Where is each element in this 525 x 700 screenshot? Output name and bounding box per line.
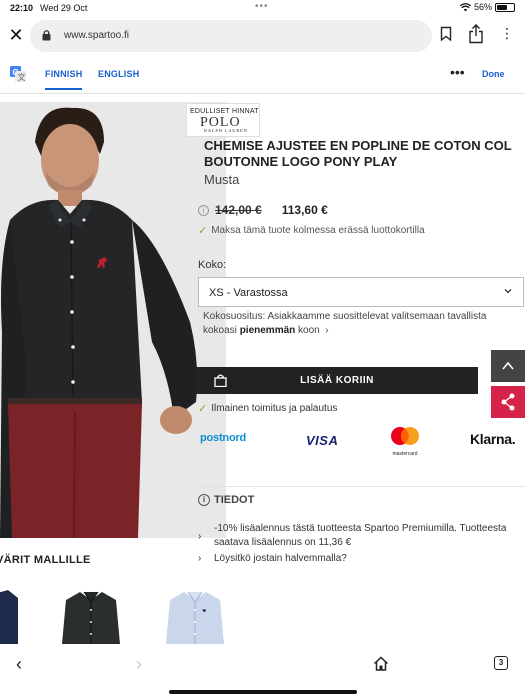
status-time: 22:10 <box>10 3 34 13</box>
address-bar[interactable]: www.spartoo.fi <box>30 20 432 52</box>
detail-cheaper-elsewhere[interactable]: › Löysitkö jostain halvemmalla? <box>198 552 518 566</box>
battery-fill <box>497 4 507 10</box>
chevron-up-icon <box>502 361 514 370</box>
color-thumb-navy[interactable] <box>0 588 20 644</box>
tab-finnish[interactable]: FINNISH <box>45 69 83 90</box>
payment-logos: postnord VISA mastercard Klarna. <box>196 426 525 457</box>
visa-logo: VISA <box>306 433 339 448</box>
google-translate-icon: G 文 <box>10 66 26 82</box>
new-price: 113,60 € <box>281 203 328 217</box>
more-options-icon[interactable]: ⋮ <box>500 25 514 42</box>
bookmark-icon[interactable] <box>440 26 452 42</box>
shirt-thumbnail <box>0 590 18 644</box>
price-info-icon[interactable]: i <box>198 204 209 216</box>
multitasking-dots-icon[interactable]: ••• <box>255 1 269 12</box>
browser-toolbar: ✕ www.spartoo.fi ⋮ <box>0 18 525 54</box>
promo-badge: EDULLISET HINNAT <box>190 108 259 115</box>
postnord-logo: postnord <box>200 432 247 444</box>
brand-sub: RALPH LAUREN <box>204 128 248 133</box>
shirt-thumbnail <box>166 591 224 644</box>
checkmark-icon: ✓ <box>198 403 208 415</box>
details-title: TIEDOT <box>214 494 255 506</box>
klarna-logo: Klarna. <box>470 431 516 447</box>
home-indicator <box>169 690 357 694</box>
svg-text:文: 文 <box>18 72 26 82</box>
price-row: i 142,00 € 113,60 € <box>198 202 328 218</box>
scroll-up-button[interactable] <box>491 350 525 382</box>
status-bar: 22:10 Wed 29 Oct ••• 56% <box>0 0 525 16</box>
bottom-toolbar: ‹ › 3 <box>0 648 525 700</box>
color-thumb-light-blue[interactable] <box>164 588 226 644</box>
mastercard-logo: mastercard <box>388 426 422 457</box>
size-advice[interactable]: Kokosuositus: Asiakkaamme suosittelevat … <box>203 310 503 338</box>
size-selected: XS - Varastossa <box>209 287 288 299</box>
wifi-icon <box>459 2 471 11</box>
share-icon[interactable] <box>468 24 484 44</box>
shipping-note: ✓ Ilmainen toimitus ja palautus <box>198 402 337 415</box>
product-title: CHEMISE AJUSTEE EN POPLINE DE COTON COL … <box>204 138 512 169</box>
url-text: www.spartoo.fi <box>64 30 130 41</box>
color-thumb-black[interactable] <box>60 588 122 644</box>
back-icon[interactable]: ‹ <box>16 654 22 675</box>
size-advice-bold: pienemmän <box>239 325 296 336</box>
status-indicators: 56% <box>459 2 515 12</box>
checkmark-icon: ✓ <box>198 225 208 237</box>
model-photo <box>0 102 226 538</box>
size-label: Koko: <box>198 259 227 271</box>
share-button[interactable] <box>491 386 525 418</box>
old-price: 142,00 € <box>215 203 262 217</box>
translate-more-icon[interactable]: ••• <box>450 64 465 80</box>
details-header[interactable]: i TIEDOT <box>198 494 254 506</box>
colors-heading: VÄRIT MALLILLE <box>0 554 91 566</box>
chevron-down-icon <box>504 289 512 294</box>
product-image[interactable] <box>0 102 226 538</box>
share-nodes-icon <box>501 393 515 411</box>
shirt-thumbnail <box>62 591 120 644</box>
divider <box>196 486 525 487</box>
mastercard-circles-icon <box>391 427 419 445</box>
add-to-cart-label: LISÄÄ KORIIN <box>300 375 374 386</box>
tabs-button[interactable]: 3 <box>494 656 508 670</box>
translate-bar: G 文 FINNISH ENGLISH ••• Done <box>0 56 525 94</box>
status-date: Wed 29 Oct <box>40 3 88 13</box>
chevron-right-icon: › <box>198 531 202 542</box>
chevron-right-icon: › <box>198 553 202 564</box>
close-icon[interactable]: ✕ <box>6 25 26 45</box>
detail-text: Löysitkö jostain halvemmalla? <box>214 553 347 564</box>
info-icon: i <box>198 494 210 506</box>
translate-done-button[interactable]: Done <box>482 69 505 79</box>
installment-note: ✓ Maksa tämä tuote kolmessa erässä luott… <box>198 224 425 237</box>
detail-text: -10% lisäalennus tästä tuotteesta Sparto… <box>214 523 507 548</box>
lock-icon <box>42 30 51 41</box>
size-advice-suffix: koon <box>298 325 320 336</box>
installment-text: Maksa tämä tuote kolmessa erässä luottok… <box>211 225 425 236</box>
mastercard-label: mastercard <box>392 451 418 457</box>
product-color: Musta <box>204 172 240 187</box>
detail-premium-discount[interactable]: › -10% lisäalennus tästä tuotteesta Spar… <box>198 522 518 552</box>
forward-icon[interactable]: › <box>136 654 142 675</box>
home-icon[interactable] <box>373 656 389 671</box>
chevron-right-icon: › <box>322 325 329 336</box>
size-select[interactable]: XS - Varastossa <box>198 277 524 307</box>
shipping-text: Ilmainen toimitus ja palautus <box>211 403 338 414</box>
tab-english[interactable]: ENGLISH <box>98 69 139 79</box>
battery-icon <box>495 2 515 12</box>
brand-logo[interactable]: EDULLISET HINNAT POLO RALPH LAUREN <box>186 103 260 137</box>
add-to-cart-button[interactable]: LISÄÄ KORIIN <box>196 367 478 394</box>
battery-percent: 56% <box>473 2 492 12</box>
